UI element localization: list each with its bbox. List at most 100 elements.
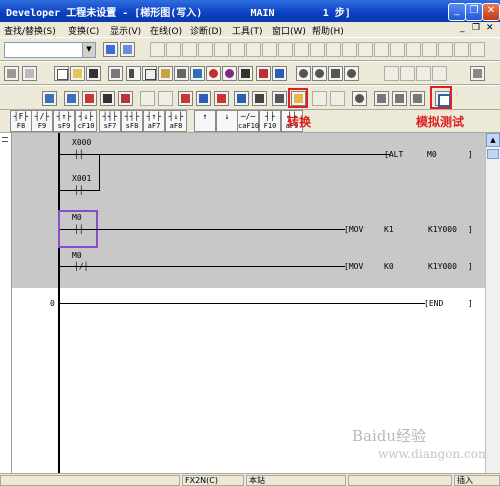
scroll-thumb[interactable] xyxy=(487,149,499,159)
read-mode-icon[interactable] xyxy=(100,91,115,106)
function-button[interactable] xyxy=(406,42,421,57)
new-file-icon[interactable] xyxy=(54,66,69,81)
ladder-symbol-button[interactable]: ┤├ F10 xyxy=(259,110,281,132)
function-button[interactable] xyxy=(230,42,245,57)
search-icon[interactable] xyxy=(206,66,221,81)
ladder-symbol-button[interactable]: ↓ xyxy=(216,110,238,132)
verify-icon[interactable] xyxy=(214,91,229,106)
grid-icon[interactable] xyxy=(4,66,19,81)
undo-icon[interactable] xyxy=(174,66,189,81)
function-button[interactable] xyxy=(278,42,293,57)
menu-help[interactable]: 帮助(H) xyxy=(312,24,344,37)
program-combo[interactable]: ▼ xyxy=(4,42,96,58)
paste-icon[interactable] xyxy=(158,66,173,81)
doc-restore-button[interactable]: ❐ xyxy=(472,23,480,33)
step-icon[interactable] xyxy=(410,91,425,106)
menu-window[interactable]: 窗口(W) xyxy=(272,24,306,37)
menu-diagnostics[interactable]: 诊断(D) xyxy=(190,24,222,37)
zoom-icon[interactable] xyxy=(312,66,327,81)
menu-convert[interactable]: 变换(C) xyxy=(68,24,99,37)
function-button[interactable] xyxy=(438,42,453,57)
menu-tools[interactable]: 工具(T) xyxy=(232,24,263,37)
zoom-in-icon[interactable] xyxy=(296,66,311,81)
monitor-icon[interactable] xyxy=(190,66,205,81)
function-button[interactable] xyxy=(182,42,197,57)
tree-icon[interactable] xyxy=(120,42,135,57)
step-icon[interactable] xyxy=(374,91,389,106)
device-memory-icon[interactable] xyxy=(234,91,249,106)
function-button[interactable] xyxy=(214,42,229,57)
ladder-symbol-button[interactable]: ┤F├ F8 xyxy=(10,110,32,132)
function-button[interactable] xyxy=(454,42,469,57)
no-contact-icon[interactable]: ┤├ xyxy=(74,225,84,234)
function-button[interactable] xyxy=(384,66,399,81)
function-button[interactable] xyxy=(166,42,181,57)
function-button[interactable] xyxy=(470,42,485,57)
function-button[interactable] xyxy=(312,91,327,106)
write-mode-icon[interactable] xyxy=(118,91,133,106)
save-icon[interactable] xyxy=(86,66,101,81)
monitor-mode-icon[interactable] xyxy=(140,91,155,106)
ladder-symbol-button[interactable]: ↑ xyxy=(194,110,216,132)
function-button[interactable] xyxy=(390,42,405,57)
print-icon[interactable] xyxy=(108,66,123,81)
doc-minimize-button[interactable]: _ xyxy=(460,23,465,33)
function-button[interactable] xyxy=(330,91,345,106)
ladder-symbol-button[interactable]: ┤┤├ sF8 xyxy=(121,110,143,132)
minimize-button[interactable]: _ xyxy=(448,3,466,21)
list-view-icon[interactable] xyxy=(64,91,79,106)
no-contact-icon[interactable]: ┤├ xyxy=(74,186,84,195)
ladder-symbol-button[interactable]: ─/─ caF10 xyxy=(237,110,259,132)
device-search-icon[interactable] xyxy=(238,66,253,81)
sfc-icon[interactable] xyxy=(82,91,97,106)
ladder-editor[interactable]: X000 ┤├ X001 ┤├ [ALT M0 ] M0 ┤├ [MOV K1 … xyxy=(12,133,485,473)
function-button[interactable] xyxy=(374,42,389,57)
cut-icon[interactable] xyxy=(126,66,141,81)
ladder-symbol-button[interactable]: ┤↑├ aF7 xyxy=(143,110,165,132)
function-button[interactable] xyxy=(310,42,325,57)
function-button[interactable] xyxy=(294,42,309,57)
comment-edit-icon[interactable] xyxy=(272,66,287,81)
menu-online[interactable]: 在线(O) xyxy=(150,24,182,37)
function-button[interactable] xyxy=(198,42,213,57)
restore-button[interactable]: ❐ xyxy=(465,3,483,21)
chevron-down-icon[interactable]: ▼ xyxy=(82,43,95,57)
scroll-up-icon[interactable]: ▲ xyxy=(486,133,500,147)
no-contact-icon[interactable]: ┤├ xyxy=(74,150,84,159)
filter-icon[interactable] xyxy=(470,66,485,81)
menu-find-replace[interactable]: 查找/替换(S) xyxy=(4,24,56,37)
function-button[interactable] xyxy=(432,66,447,81)
ladder-symbol-button[interactable]: ┤↓├ aF8 xyxy=(165,110,187,132)
doc-close-button[interactable]: ✕ xyxy=(486,23,494,33)
function-button[interactable] xyxy=(422,42,437,57)
menu-view[interactable]: 显示(V) xyxy=(110,24,141,37)
function-button[interactable] xyxy=(400,66,415,81)
function-button[interactable] xyxy=(416,66,431,81)
function-button[interactable] xyxy=(262,42,277,57)
comment-icon[interactable] xyxy=(256,66,271,81)
zoom-fit-icon[interactable] xyxy=(344,66,359,81)
ladder-view-icon[interactable] xyxy=(42,91,57,106)
device-icon[interactable] xyxy=(103,42,118,57)
function-button[interactable] xyxy=(326,42,341,57)
close-button[interactable]: ✕ xyxy=(482,3,500,21)
nc-contact-icon[interactable]: ┤/├ xyxy=(74,262,88,271)
search-icon[interactable] xyxy=(222,66,237,81)
vertical-scrollbar[interactable]: ▲ xyxy=(485,133,500,473)
write-plc-icon[interactable] xyxy=(178,91,193,106)
ladder-symbol-button[interactable]: ┤↓├ cF10 xyxy=(75,110,97,132)
function-button[interactable] xyxy=(342,42,357,57)
open-folder-icon[interactable] xyxy=(70,66,85,81)
function-button[interactable] xyxy=(358,42,373,57)
list-icon[interactable] xyxy=(22,66,37,81)
function-button[interactable] xyxy=(150,42,165,57)
read-plc-icon[interactable] xyxy=(196,91,211,106)
test-icon[interactable] xyxy=(252,91,267,106)
ladder-symbol-button[interactable]: ┤┤├ sF7 xyxy=(99,110,121,132)
monitor-write-icon[interactable] xyxy=(158,91,173,106)
ladder-symbol-button[interactable]: ┤↑├ sF9 xyxy=(53,110,75,132)
zoom-out-icon[interactable] xyxy=(328,66,343,81)
step-icon[interactable] xyxy=(392,91,407,106)
function-button[interactable] xyxy=(246,42,261,57)
search-icon[interactable] xyxy=(352,91,367,106)
